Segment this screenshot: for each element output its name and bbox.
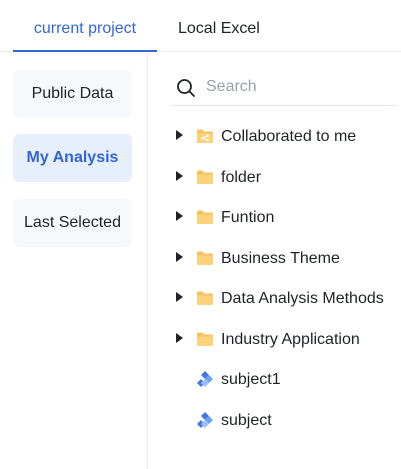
search-icon[interactable]: [176, 78, 196, 98]
folder-icon: [197, 291, 213, 305]
sidebar-item-public-data[interactable]: Public Data: [13, 70, 132, 118]
tab-current-project[interactable]: current project: [13, 0, 157, 52]
search-input[interactable]: [206, 74, 392, 100]
tree-item-label: Collaborated to me: [221, 128, 357, 145]
category-sidebar: Public Data My Analysis Last Selected: [0, 52, 148, 469]
tree-item-subject[interactable]: subject: [170, 400, 398, 440]
source-tabs: current project Local Excel: [0, 0, 401, 52]
expand-caret-icon[interactable]: [176, 292, 183, 302]
tab-local-excel[interactable]: Local Excel: [178, 0, 260, 52]
tree-item-funtion[interactable]: Funtion: [170, 197, 398, 237]
expand-caret-icon[interactable]: [176, 211, 183, 221]
search-box: [170, 68, 398, 106]
folder-icon: [197, 251, 213, 265]
expand-caret-icon[interactable]: [176, 170, 183, 181]
tree-item-label: Data Analysis Methods: [221, 290, 384, 307]
tree-item-label: Funtion: [221, 209, 275, 226]
expand-caret-icon[interactable]: [176, 332, 183, 343]
folder-icon: [197, 332, 213, 346]
shared-folder-icon: [197, 129, 213, 143]
tree-item-business-theme[interactable]: Business Theme: [170, 238, 398, 278]
sidebar-item-my-analysis[interactable]: My Analysis: [13, 134, 132, 182]
expand-caret-icon[interactable]: [176, 251, 183, 262]
folder-icon: [197, 210, 213, 224]
tree-item-label: Business Theme: [221, 249, 340, 267]
expand-caret-icon[interactable]: [176, 130, 183, 140]
tree-item-folder[interactable]: folder: [170, 157, 398, 197]
tree-item-industry-application[interactable]: Industry Application: [170, 319, 398, 359]
tree-item-label: subject1: [221, 371, 281, 388]
subject-icon: [197, 411, 213, 428]
tree-item-label: subject: [221, 411, 272, 429]
tree-item-data-analysis-methods[interactable]: Data Analysis Methods: [170, 278, 398, 318]
tree-item-collaborated-to-me[interactable]: Collaborated to me: [170, 116, 398, 156]
tree-item-subject1[interactable]: subject1: [170, 359, 398, 399]
data-source-panel: current project Local Excel Public Data …: [0, 0, 401, 469]
subject-icon: [197, 371, 213, 387]
tree-item-label: Industry Application: [221, 330, 360, 348]
tree-item-label: folder: [221, 168, 262, 186]
folder-icon: [197, 170, 213, 184]
sidebar-item-last-selected[interactable]: Last Selected: [13, 199, 132, 247]
